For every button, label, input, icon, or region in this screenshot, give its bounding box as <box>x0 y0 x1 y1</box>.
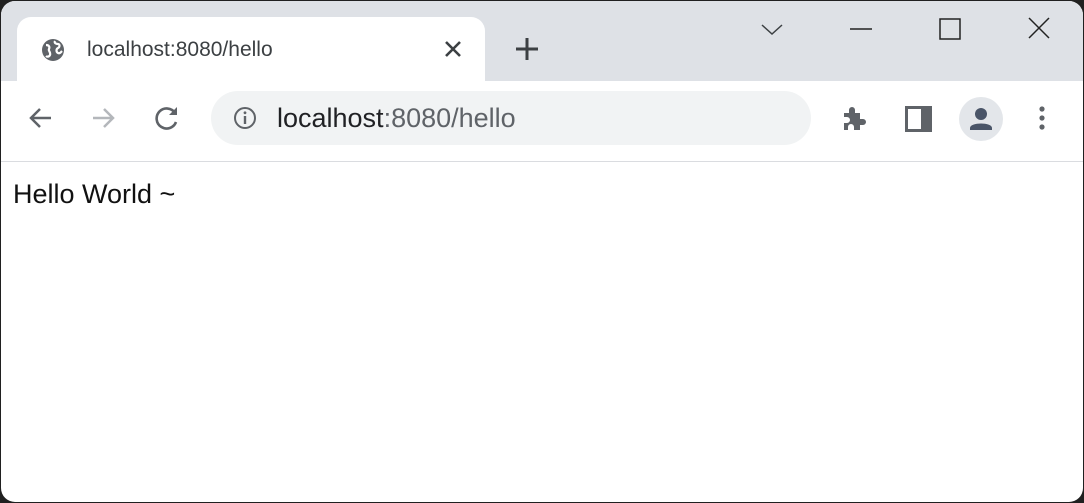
menu-kebab-icon[interactable] <box>1025 101 1059 135</box>
maximize-icon[interactable] <box>935 15 965 45</box>
url-text[interactable]: localhost:8080/hello <box>277 103 516 134</box>
tab-strip: localhost:8080/hello <box>1 1 1083 81</box>
window-close-icon[interactable] <box>1025 15 1055 45</box>
address-bar[interactable]: localhost:8080/hello <box>211 91 811 145</box>
site-info-icon[interactable] <box>233 106 257 130</box>
side-panel-icon[interactable] <box>901 101 935 135</box>
extensions-icon[interactable] <box>838 101 872 135</box>
toolbar: localhost:8080/hello <box>1 81 1083 162</box>
tab-search-chevron-icon[interactable] <box>757 15 787 45</box>
page-content-text: Hello World ~ <box>13 179 176 209</box>
browser-tab[interactable]: localhost:8080/hello <box>17 17 485 81</box>
back-icon[interactable] <box>23 101 57 135</box>
new-tab-icon[interactable] <box>513 35 541 63</box>
tab-title: localhost:8080/hello <box>87 38 273 61</box>
minimize-icon[interactable] <box>846 15 876 45</box>
reload-icon[interactable] <box>150 101 184 135</box>
close-tab-icon[interactable] <box>441 37 465 61</box>
forward-icon[interactable] <box>87 101 121 135</box>
globe-icon <box>42 39 64 61</box>
browser-window: localhost:8080/hello localhost:8080/hell… <box>1 1 1083 502</box>
profile-avatar-icon[interactable] <box>959 97 1003 141</box>
url-host: localhost <box>277 103 384 133</box>
url-path: :8080/hello <box>383 103 516 133</box>
